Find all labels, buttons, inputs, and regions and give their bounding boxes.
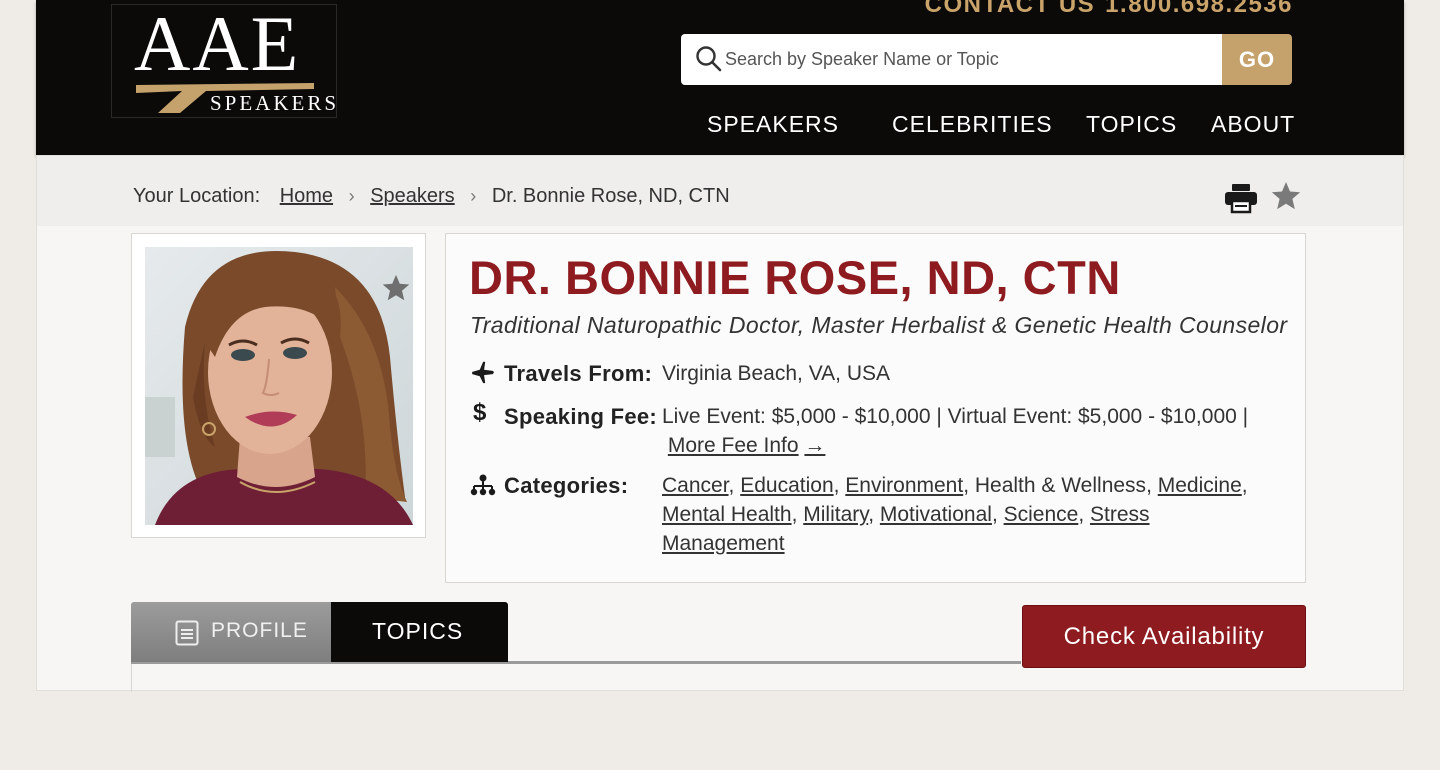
plane-icon (472, 361, 494, 384)
speaker-info-card: DR. BONNIE ROSE, ND, CTN Traditional Nat… (445, 233, 1306, 583)
search-icon (696, 46, 722, 72)
breadcrumb-bar: Your Location: Home › Speakers › Dr. Bon… (37, 156, 1403, 226)
dollar-icon: $ (473, 399, 487, 426)
tab-topics-label: TOPICS (372, 618, 464, 644)
site-logo[interactable]: AAE SPEAKERS (111, 4, 337, 118)
category-science[interactable]: Science (1004, 503, 1079, 526)
travels-value: Virginia Beach, VA, USA (662, 362, 891, 385)
speaker-portrait-image (145, 247, 413, 525)
site-header: AAE SPEAKERS CONTACT US 1.800.698.2536 GO… (36, 0, 1404, 155)
contact-label: CONTACT US (924, 0, 1096, 18)
favorite-star-icon[interactable] (1270, 180, 1302, 212)
nav-celebrities[interactable]: CELEBRITIES (892, 111, 1053, 138)
breadcrumb-separator-icon: › (470, 186, 477, 206)
nav-about[interactable]: ABOUT (1211, 111, 1295, 138)
fee-label: Speaking Fee: (504, 404, 658, 429)
fee-text: Live Event: $5,000 - $10,000 | Virtual E… (662, 405, 1249, 428)
breadcrumb-label: Your Location: (133, 185, 261, 207)
document-icon (175, 620, 199, 646)
breadcrumb: Your Location: Home › Speakers › Dr. Bon… (133, 185, 730, 208)
contact-info[interactable]: CONTACT US 1.800.698.2536 (925, 0, 1293, 19)
category-education[interactable]: Education (740, 474, 833, 497)
speaker-name: DR. BONNIE ROSE, ND, CTN (469, 251, 1121, 304)
search-go-button[interactable]: GO (1222, 34, 1292, 85)
breadcrumb-home[interactable]: Home (280, 185, 333, 207)
tab-topics[interactable]: TOPICS (331, 602, 508, 662)
breadcrumb-separator-icon: › (348, 186, 355, 206)
categories-list: Cancer, Education, Environment, Health &… (662, 474, 1248, 555)
category-cancer[interactable]: Cancer (662, 474, 729, 497)
category-medicine[interactable]: Medicine (1158, 474, 1242, 497)
check-availability-button[interactable]: Check Availability (1022, 605, 1306, 668)
tab-content-border (131, 664, 132, 692)
speaker-panel: Your Location: Home › Speakers › Dr. Bon… (36, 155, 1404, 692)
more-fee-info-label: More Fee Info (667, 434, 799, 457)
breadcrumb-current: Dr. Bonnie Rose, ND, CTN (491, 185, 730, 207)
logo-aae-text: AAE (134, 0, 301, 87)
breadcrumb-speakers[interactable]: Speakers (370, 185, 455, 207)
speaker-photo-card (131, 233, 426, 538)
speaker-photo (145, 247, 413, 525)
tab-profile-label: PROFILE (211, 619, 308, 642)
categories-icon (470, 474, 496, 496)
fee-value: Live Event: $5,000 - $10,000 | Virtual E… (662, 402, 1272, 460)
logo-speakers-text: SPEAKERS (210, 91, 340, 115)
categories-label: Categories: (504, 473, 629, 498)
category-mental-health[interactable]: Mental Health (662, 503, 792, 526)
category-motivational[interactable]: Motivational (880, 503, 992, 526)
speaker-subtitle: Traditional Naturopathic Doctor, Master … (470, 312, 1288, 338)
search-input[interactable] (725, 34, 1215, 85)
nav-topics[interactable]: TOPICS (1086, 111, 1177, 138)
print-icon[interactable] (1223, 182, 1259, 214)
travels-label: Travels From: (504, 361, 653, 386)
tab-profile[interactable]: PROFILE (131, 602, 331, 662)
search-box (681, 34, 1222, 85)
photo-favorite-star-icon[interactable] (381, 273, 411, 303)
more-fee-info-link[interactable]: More Fee Info → (662, 434, 826, 457)
category-environment[interactable]: Environment (845, 474, 963, 497)
contact-phone[interactable]: 1.800.698.2536 (1105, 0, 1293, 18)
category-health-wellness: Health & Wellness (974, 474, 1147, 497)
arrow-right-icon: → (804, 434, 826, 457)
category-military[interactable]: Military (803, 503, 868, 526)
nav-speakers[interactable]: SPEAKERS (707, 111, 839, 138)
